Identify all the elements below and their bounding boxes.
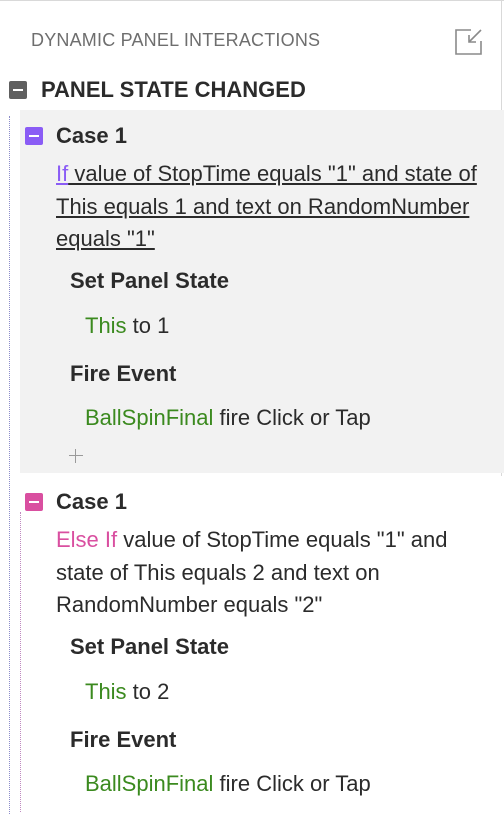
action-target: This xyxy=(85,679,127,704)
action-text: fire Click or Tap xyxy=(213,405,371,430)
action-target: BallSpinFinal xyxy=(85,405,214,430)
action-text: to 2 xyxy=(126,679,170,704)
action-detail[interactable]: BallSpinFinal fire Click or Tap xyxy=(85,405,371,431)
event-label: PANEL STATE CHANGED xyxy=(41,77,306,102)
case-block-if[interactable]: Case 1 If value of StopTime equals "1" a… xyxy=(20,110,504,473)
action-target: BallSpinFinal xyxy=(85,771,214,796)
case-label: Case 1 xyxy=(56,123,127,148)
action-title-set-panel-state[interactable]: Set Panel State xyxy=(70,634,229,660)
tree-guide-line xyxy=(9,116,10,814)
case-label: Case 1 xyxy=(56,489,127,514)
else-if-keyword: Else If xyxy=(56,527,118,552)
action-text: to 1 xyxy=(126,313,170,338)
action-detail[interactable]: BallSpinFinal fire Click or Tap xyxy=(85,771,371,797)
expand-to-popout-icon[interactable] xyxy=(453,27,485,57)
case-condition[interactable]: If value of StopTime equals "1" and stat… xyxy=(56,158,496,256)
minus-square-icon[interactable] xyxy=(9,81,27,99)
case-header[interactable]: Case 1 xyxy=(25,123,127,149)
action-title-fire-event[interactable]: Fire Event xyxy=(70,727,176,753)
minus-square-icon[interactable] xyxy=(25,127,43,145)
panel-title: DYNAMIC PANEL INTERACTIONS xyxy=(31,30,321,50)
action-detail[interactable]: This to 2 xyxy=(85,679,169,705)
if-keyword: If xyxy=(56,161,69,186)
action-detail[interactable]: This to 1 xyxy=(85,313,169,339)
action-title-set-panel-state[interactable]: Set Panel State xyxy=(70,268,229,294)
case-block-else-if[interactable]: Case 1 Else If value of StopTime equals … xyxy=(20,476,504,814)
plus-icon[interactable] xyxy=(67,447,85,465)
top-divider xyxy=(0,0,504,1)
case-guide-line xyxy=(20,512,21,812)
action-title-fire-event[interactable]: Fire Event xyxy=(70,361,176,387)
action-text: fire Click or Tap xyxy=(213,771,371,796)
event-header[interactable]: PANEL STATE CHANGED xyxy=(9,76,306,104)
case-condition[interactable]: Else If value of StopTime equals "1" and… xyxy=(56,524,496,622)
action-target: This xyxy=(85,313,127,338)
case-header[interactable]: Case 1 xyxy=(25,489,127,515)
condition-text: value of StopTime equals "1" and state o… xyxy=(56,161,477,251)
minus-square-icon[interactable] xyxy=(25,493,43,511)
